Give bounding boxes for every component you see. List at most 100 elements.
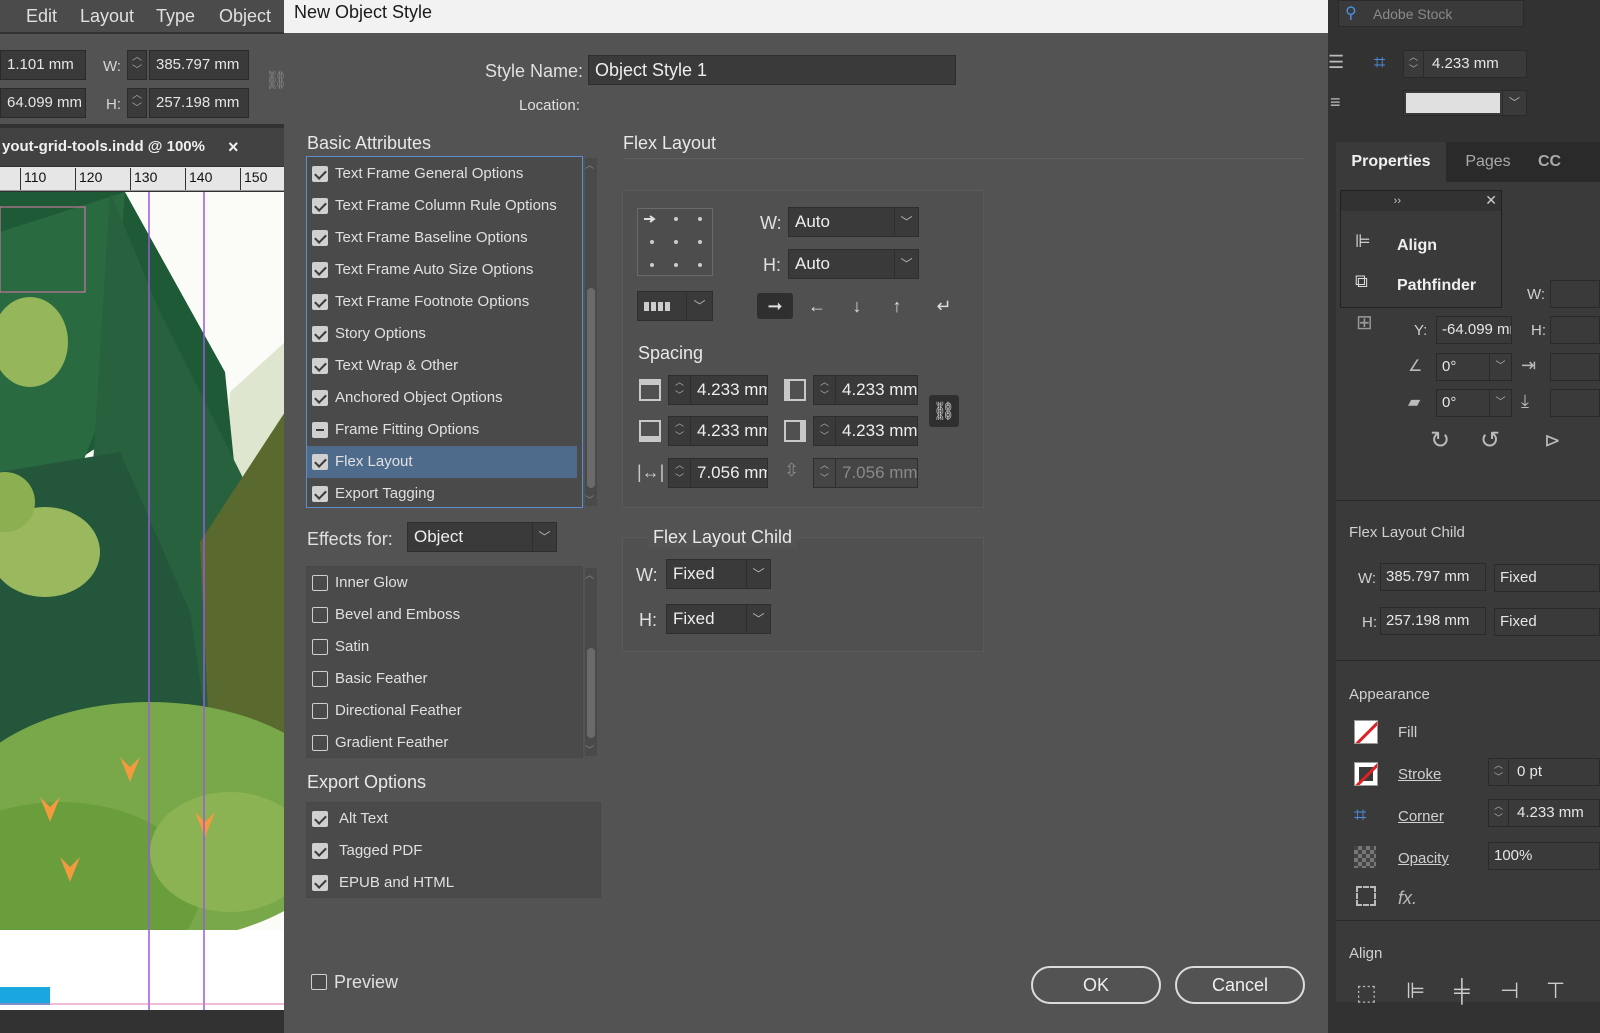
basic-attribute-checkbox[interactable]: [312, 390, 328, 406]
stepper-arrows[interactable]: ︿ ﹀: [1489, 800, 1509, 826]
basic-attribute-item[interactable]: Flex Layout: [307, 446, 577, 478]
basic-attribute-item[interactable]: Text Wrap & Other: [307, 350, 577, 382]
flex-child-w-select[interactable]: Fixed ﹀: [666, 559, 771, 589]
align-to-selection-icon[interactable]: ⬚: [1356, 980, 1377, 1006]
spacing-left-field[interactable]: ︿ ﹀ 4.233 mm: [813, 375, 918, 405]
opacity-link[interactable]: Opacity: [1398, 850, 1449, 867]
basic-attribute-checkbox[interactable]: [312, 262, 328, 278]
align-right-icon[interactable]: ⊣: [1500, 978, 1519, 1004]
y-field[interactable]: 64.099 mm: [0, 88, 86, 118]
basic-attribute-item[interactable]: Anchored Object Options: [307, 382, 577, 414]
basic-attribute-checkbox[interactable]: [312, 230, 328, 246]
stepper-arrows[interactable]: ︿ ﹀: [669, 417, 691, 445]
frame-effects-icon[interactable]: [1356, 886, 1376, 906]
corner-icon[interactable]: ⌗: [1354, 802, 1366, 828]
wrap-button[interactable]: ↵: [926, 293, 962, 319]
flex-child-w-mode-select[interactable]: Fixed: [1494, 564, 1600, 592]
direction-up-button[interactable]: ↑: [879, 293, 915, 319]
effect-item[interactable]: Basic Feather: [307, 663, 577, 695]
export-option-checkbox[interactable]: [312, 843, 328, 859]
document-tab[interactable]: yout-grid-tools.indd @ 100% ×: [0, 128, 285, 166]
direction-right-button[interactable]: ➞: [757, 293, 793, 319]
reference-point-icon[interactable]: ⊞: [1356, 310, 1373, 335]
flex-child-h-select[interactable]: Fixed ﹀: [666, 604, 771, 634]
corner-size-field[interactable]: ︿ ﹀ 4.233 mm: [1403, 50, 1527, 78]
basic-attributes-scrollbar[interactable]: ︿ ﹀: [585, 158, 597, 506]
close-icon[interactable]: ✕: [1485, 192, 1497, 209]
fill-swatch-icon[interactable]: [1354, 720, 1378, 744]
document-canvas[interactable]: [0, 192, 285, 1010]
stroke-link[interactable]: Stroke: [1398, 766, 1441, 783]
tab-cc[interactable]: CC: [1538, 142, 1578, 182]
basic-attribute-checkbox[interactable]: [312, 358, 328, 374]
spacing-bottom-field[interactable]: ︿ ﹀ 4.233 mm: [668, 416, 768, 446]
basic-attribute-item[interactable]: Text Frame Auto Size Options: [307, 254, 577, 286]
stock-search-input[interactable]: ⚲ Adobe Stock: [1338, 0, 1524, 27]
w-field[interactable]: [1550, 280, 1600, 308]
rotate-counterclockwise-icon[interactable]: ↺: [1480, 426, 1500, 455]
basic-attribute-checkbox[interactable]: [312, 166, 328, 182]
stepper-arrows[interactable]: ︿ ﹀: [1404, 51, 1424, 77]
corner-value-field[interactable]: ︿ ﹀ 4.233 mm: [1488, 799, 1600, 827]
w-field[interactable]: 385.797 mm: [149, 50, 249, 80]
align-list-icon[interactable]: ≡: [1330, 92, 1352, 114]
h-field[interactable]: [1550, 316, 1600, 344]
flip-horizontal-icon[interactable]: ⊳: [1544, 428, 1561, 453]
basic-attribute-checkbox[interactable]: [312, 486, 328, 502]
corner-options-icon[interactable]: ⌗: [1374, 52, 1385, 75]
rotate-clockwise-icon[interactable]: ↻: [1430, 426, 1450, 455]
flex-child-w-field[interactable]: 385.797 mm: [1380, 563, 1486, 591]
effect-item[interactable]: Directional Feather: [307, 695, 577, 727]
stepper-arrows[interactable]: ︿ ﹀: [1489, 759, 1509, 785]
export-option-checkbox[interactable]: [312, 811, 328, 827]
basic-attribute-item[interactable]: Frame Fitting Options: [307, 414, 577, 446]
effect-checkbox[interactable]: [312, 607, 328, 623]
basic-attribute-checkbox[interactable]: [312, 326, 328, 342]
corner-shape-select[interactable]: ﹀: [1403, 90, 1527, 116]
effect-item[interactable]: Inner Glow: [307, 567, 577, 599]
y-field[interactable]: -64.099 mm: [1436, 316, 1512, 344]
stepper-arrows[interactable]: ︿ ﹀: [669, 459, 691, 487]
align-left-icon[interactable]: ⊫: [1406, 978, 1425, 1004]
x-field[interactable]: 1.101 mm: [0, 50, 86, 80]
effect-item[interactable]: Satin: [307, 631, 577, 663]
export-option-item[interactable]: Tagged PDF: [307, 835, 577, 867]
export-option-item[interactable]: Alt Text: [307, 803, 577, 835]
basic-attribute-checkbox[interactable]: [312, 294, 328, 310]
h-stepper[interactable]: ︿ ﹀: [127, 88, 147, 118]
spacing-top-field[interactable]: ︿ ﹀ 4.233 mm: [668, 375, 768, 405]
stepper-arrows[interactable]: ︿ ﹀: [814, 376, 836, 404]
basic-attribute-checkbox[interactable]: [312, 198, 328, 214]
flex-w-select[interactable]: Auto ﹀: [788, 207, 919, 237]
align-center-icon[interactable]: ╪: [1454, 978, 1470, 1004]
spacing-right-field[interactable]: ︿ ﹀ 4.233 mm: [813, 416, 918, 446]
basic-attribute-checkbox[interactable]: [312, 454, 328, 470]
effect-checkbox[interactable]: [312, 639, 328, 655]
export-option-item[interactable]: EPUB and HTML: [307, 867, 577, 899]
basic-attribute-item[interactable]: Story Options: [307, 318, 577, 350]
popup-align-item[interactable]: Align: [1397, 237, 1437, 255]
basic-attribute-item[interactable]: Text Frame General Options: [307, 158, 577, 190]
distribution-select[interactable]: ﹀: [637, 291, 713, 321]
basic-attribute-checkbox[interactable]: [312, 422, 328, 438]
ok-button[interactable]: OK: [1031, 966, 1161, 1004]
style-name-input[interactable]: Object Style 1: [588, 55, 956, 85]
menu-object[interactable]: Object: [219, 6, 271, 27]
w-stepper[interactable]: ︿ ﹀: [127, 50, 147, 80]
effect-checkbox[interactable]: [312, 575, 328, 591]
shear-field[interactable]: 0° ﹀: [1436, 389, 1512, 417]
stepper-arrows[interactable]: ︿ ﹀: [669, 376, 691, 404]
fx-icon[interactable]: fx.: [1398, 888, 1417, 909]
export-option-checkbox[interactable]: [312, 875, 328, 891]
link-spacing-button[interactable]: ⛓: [929, 395, 959, 427]
popup-pathfinder-item[interactable]: Pathfinder: [1397, 277, 1476, 295]
menu-layout[interactable]: Layout: [80, 6, 134, 27]
scale-y-field[interactable]: [1550, 389, 1600, 417]
rotation-field[interactable]: 0° ﹀: [1436, 353, 1512, 381]
cancel-button[interactable]: Cancel: [1175, 966, 1305, 1004]
preview-checkbox-box[interactable]: [311, 974, 327, 990]
align-top-icon[interactable]: ⊤: [1546, 978, 1565, 1004]
direction-down-button[interactable]: ↓: [839, 293, 875, 319]
basic-attribute-item[interactable]: Text Frame Footnote Options: [307, 286, 577, 318]
text-frame-options-icon[interactable]: ☰: [1328, 52, 1350, 74]
